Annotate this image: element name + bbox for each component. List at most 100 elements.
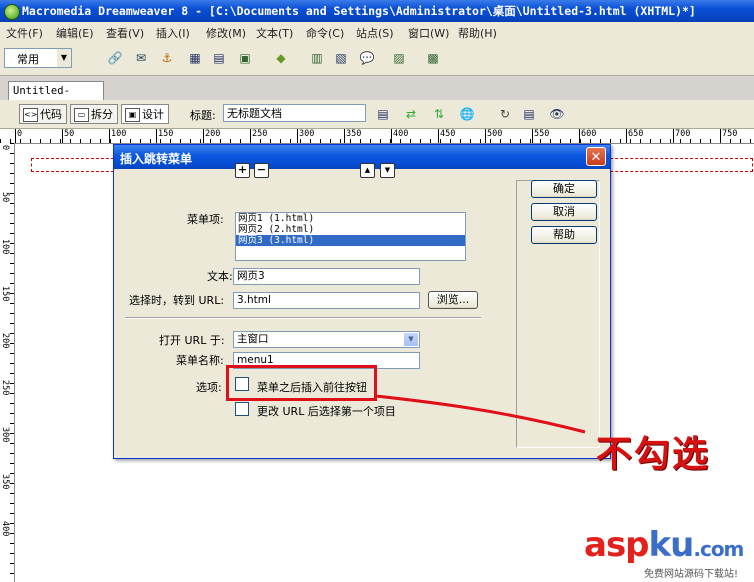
annotation-text: 不勾选 — [596, 433, 711, 475]
document-tab[interactable]: Untitled-3.html* — [8, 81, 104, 115]
media-icon[interactable]: ◆ — [272, 49, 290, 67]
ruler-label: 300 — [299, 129, 315, 139]
select-first-checkbox[interactable] — [235, 402, 249, 416]
browse-button[interactable]: 浏览... — [428, 291, 478, 309]
ruler-label: 700 — [675, 129, 691, 139]
menu-modify[interactable]: 修改(M) — [206, 25, 246, 41]
text-field[interactable]: 网页3 — [233, 268, 420, 285]
ruler-label: 650 — [628, 129, 644, 139]
list-item[interactable]: 网页1 (1.html) — [236, 213, 465, 224]
browser-check-icon[interactable]: ▤ — [374, 105, 392, 123]
open-in-select[interactable]: 主窗口 ▼ — [233, 331, 420, 348]
server-include-icon[interactable]: ▧ — [332, 49, 350, 67]
menu-text[interactable]: 文本(T) — [256, 25, 293, 41]
chevron-down-icon: ▼ — [57, 49, 71, 67]
hyperlink-icon[interactable]: 🔗 — [106, 49, 124, 67]
ruler-major-tick — [673, 129, 674, 143]
url-field[interactable]: 3.html — [233, 292, 420, 309]
head-icon[interactable]: ▨ — [390, 49, 408, 67]
insert-jump-menu-dialog: 插入跳转菜单 ✕ + − ▲ ▼ 菜单项: 网页1 (1.html) 网页2 (… — [113, 144, 611, 459]
move-up-button[interactable]: ▲ — [360, 163, 375, 178]
menu-window[interactable]: 窗口(W) — [408, 25, 449, 41]
validate-icon[interactable]: ⇄ — [402, 105, 420, 123]
ruler-major-tick — [579, 129, 580, 143]
ruler-label: 0 — [17, 129, 23, 139]
menu-items-list[interactable]: 网页1 (1.html) 网页2 (2.html) 网页3 (3.html) — [235, 212, 466, 261]
ruler-label: 750 — [722, 129, 738, 139]
ok-button[interactable]: 确定 — [531, 180, 597, 198]
menu-file[interactable]: 文件(F) — [6, 25, 43, 41]
cancel-button[interactable]: 取消 — [531, 203, 597, 221]
options-label: 选项: — [196, 381, 222, 394]
code-view-label: 代码 — [40, 108, 62, 121]
dialog-title: 插入跳转菜单 — [120, 152, 193, 166]
split-view-button[interactable]: ▭ 拆分 — [70, 104, 118, 124]
ruler-label: 350 — [346, 129, 362, 139]
named-anchor-icon[interactable]: ⚓ — [158, 49, 176, 67]
ruler-label: 200 — [205, 129, 221, 139]
refresh-icon[interactable]: ↻ — [496, 105, 514, 123]
view-options-icon[interactable]: ▤ — [520, 105, 538, 123]
chevron-down-icon: ▼ — [404, 333, 418, 346]
insert-category-select[interactable]: 常用 ▼ — [4, 48, 72, 68]
ruler-major-tick — [109, 129, 110, 143]
ruler-label: 300 — [0, 427, 10, 443]
menu-bar: 文件(F) 编辑(E) 查看(V) 插入(I) 修改(M) 文本(T) 命令(C… — [0, 22, 754, 42]
ruler-label: 250 — [252, 129, 268, 139]
ruler-major-tick — [344, 129, 345, 143]
image-icon[interactable]: ▣ — [236, 49, 254, 67]
ruler-major-tick — [485, 129, 486, 143]
date-icon[interactable]: ▥ — [308, 49, 326, 67]
move-down-button[interactable]: ▼ — [380, 163, 395, 178]
ruler-label: 50 — [0, 192, 10, 203]
window-title: Macromedia Dreamweaver 8 - [C:\Documents… — [22, 4, 696, 18]
ruler-label: 0 — [0, 145, 10, 151]
menu-name-label: 菜单名称: — [176, 354, 224, 367]
ruler-label: 600 — [581, 129, 597, 139]
ruler-label: 400 — [393, 129, 409, 139]
add-item-button[interactable]: + — [235, 163, 250, 178]
ruler-label: 450 — [440, 129, 456, 139]
menu-view[interactable]: 查看(V) — [106, 25, 144, 41]
ruler-label: 400 — [0, 521, 10, 537]
text-label: 文本: — [207, 270, 233, 283]
dreamweaver-app-icon — [4, 4, 20, 20]
ruler-major-tick — [62, 129, 63, 143]
open-in-value: 主窗口 — [237, 333, 269, 345]
file-management-icon[interactable]: ⇅ — [430, 105, 448, 123]
ruler-label: 150 — [0, 286, 10, 302]
code-view-button[interactable]: <> 代码 — [19, 104, 67, 124]
template-icon[interactable]: ▩ — [424, 49, 442, 67]
remove-item-button[interactable]: − — [254, 163, 269, 178]
ruler-major-tick — [391, 129, 392, 143]
comment-icon[interactable]: 💬 — [358, 49, 376, 67]
ruler-major-tick — [15, 129, 16, 143]
watermark-brand: aspku.com — [584, 525, 744, 565]
ruler-major-tick — [156, 129, 157, 143]
ruler-major-tick — [297, 129, 298, 143]
menu-help[interactable]: 帮助(H) — [458, 25, 497, 41]
design-view-button[interactable]: ▣ 设计 — [121, 104, 169, 124]
ruler-label: 150 — [158, 129, 174, 139]
visual-aids-icon[interactable]: 👁 — [548, 105, 566, 123]
design-view-icon: ▣ — [125, 108, 140, 122]
email-link-icon[interactable]: ✉ — [132, 49, 150, 67]
close-icon[interactable]: ✕ — [586, 147, 606, 166]
split-view-icon: ▭ — [74, 108, 89, 122]
menu-site[interactable]: 站点(S) — [356, 25, 394, 41]
menu-commands[interactable]: 命令(C) — [306, 25, 344, 41]
list-item[interactable]: 网页3 (3.html) — [236, 235, 465, 246]
table-icon[interactable]: ▦ — [186, 49, 204, 67]
help-button[interactable]: 帮助 — [531, 226, 597, 244]
list-item[interactable]: 网页2 (2.html) — [236, 224, 465, 235]
menu-insert[interactable]: 插入(I) — [156, 25, 190, 41]
layer-icon[interactable]: ▤ — [210, 49, 228, 67]
preview-browser-icon[interactable]: 🌐 — [458, 105, 476, 123]
document-title-input[interactable]: 无标题文档 — [223, 104, 366, 122]
ruler-major-tick — [438, 129, 439, 143]
document-title-label: 标题: — [190, 109, 216, 122]
horizontal-ruler: 0 50 100 150 200 250 300 350 400 450 500 550 600 650 7… — [0, 129, 754, 144]
select-first-option-label: 更改 URL 后选择第一个项目 — [257, 405, 396, 418]
menu-edit[interactable]: 编辑(E) — [56, 25, 94, 41]
annotation-highlight-box — [226, 365, 377, 401]
